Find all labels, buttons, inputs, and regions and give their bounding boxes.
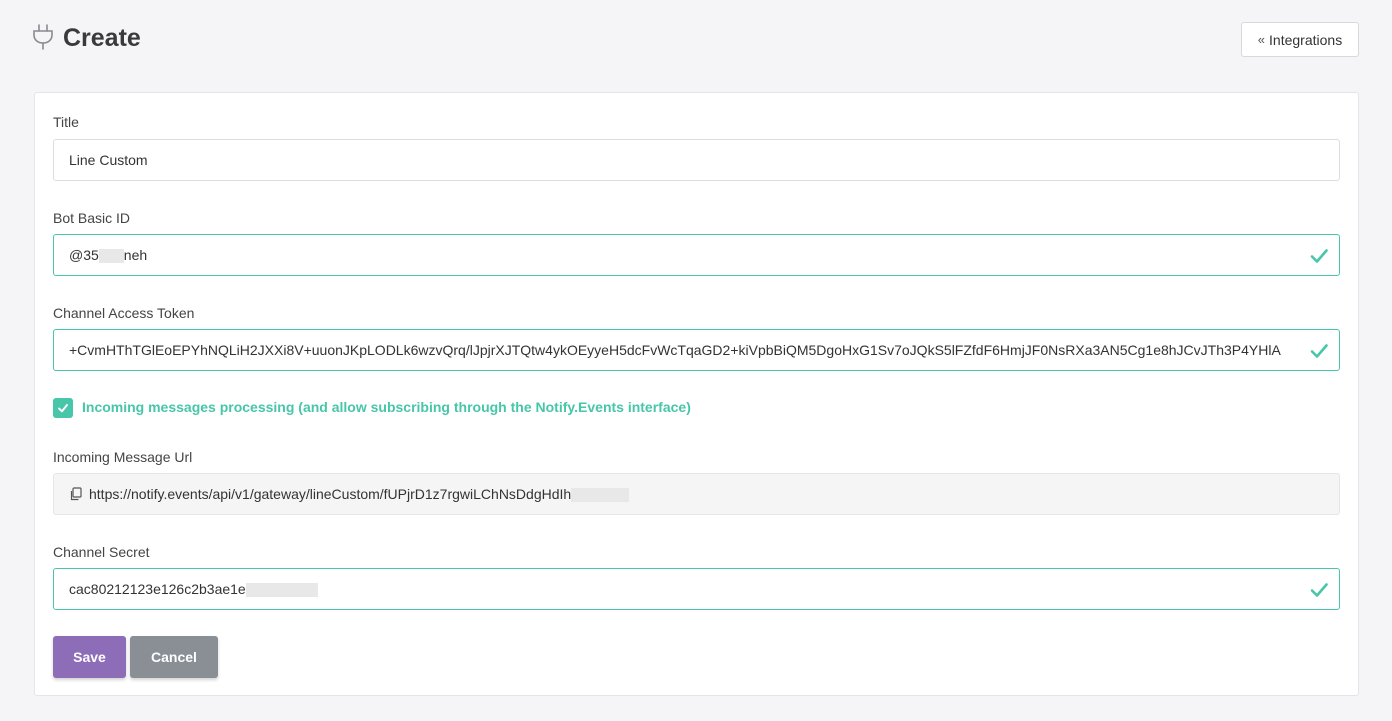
channel-access-token-input[interactable]: +CvmHThTGlEoEPYhNQLiH2JXXi8V+uuonJKpLODL…	[53, 329, 1340, 371]
check-icon	[1310, 583, 1328, 597]
bot-basic-id-label: Bot Basic ID	[53, 210, 131, 226]
title-label: Title	[53, 114, 79, 130]
plug-icon	[33, 24, 53, 50]
save-button[interactable]: Save	[53, 636, 126, 678]
integrations-back-button[interactable]: « Integrations	[1241, 22, 1359, 57]
create-integration-form: Title Line Custom Bot Basic ID @35 neh Ch…	[34, 92, 1359, 696]
incoming-messages-checkbox-label[interactable]: Incoming messages processing (and allow …	[82, 399, 691, 415]
copy-icon[interactable]	[69, 487, 83, 501]
page-title: Create	[63, 24, 141, 52]
incoming-message-url-field: https://notify.events/api/v1/gateway/lin…	[53, 473, 1340, 515]
check-icon	[1310, 249, 1328, 263]
bot-basic-id-value-start: @35	[69, 246, 99, 263]
bot-basic-id-value: @35 neh	[69, 246, 148, 264]
page-header: Create « Integrations	[0, 0, 1392, 80]
check-icon	[1310, 344, 1328, 358]
redaction-mark	[571, 488, 630, 503]
channel-secret-value: cac80212123e126c2b3ae1e	[69, 580, 318, 598]
integrations-button-label: Integrations	[1269, 31, 1343, 48]
title-input[interactable]: Line Custom	[53, 139, 1340, 181]
redaction-mark	[98, 249, 124, 264]
channel-secret-input[interactable]: cac80212123e126c2b3ae1e	[53, 568, 1340, 610]
chevron-double-left-icon: «	[1257, 32, 1266, 47]
channel-secret-text: cac80212123e126c2b3ae1e	[69, 580, 246, 597]
incoming-message-url-text: https://notify.events/api/v1/gateway/lin…	[89, 485, 572, 502]
check-icon	[58, 404, 68, 413]
incoming-message-url-value: https://notify.events/api/v1/gateway/lin…	[89, 485, 630, 503]
title-input-value: Line Custom	[69, 152, 148, 168]
bot-basic-id-value-end: neh	[123, 246, 148, 263]
bot-basic-id-input[interactable]: @35 neh	[53, 234, 1340, 276]
channel-access-token-label: Channel Access Token	[53, 305, 195, 321]
channel-access-token-value: +CvmHThTGlEoEPYhNQLiH2JXXi8V+uuonJKpLODL…	[69, 342, 1281, 358]
channel-secret-label: Channel Secret	[53, 544, 150, 560]
cancel-button[interactable]: Cancel	[130, 636, 218, 678]
incoming-message-url-label: Incoming Message Url	[53, 449, 193, 465]
redaction-mark	[245, 583, 318, 598]
incoming-messages-checkbox[interactable]	[53, 398, 73, 418]
